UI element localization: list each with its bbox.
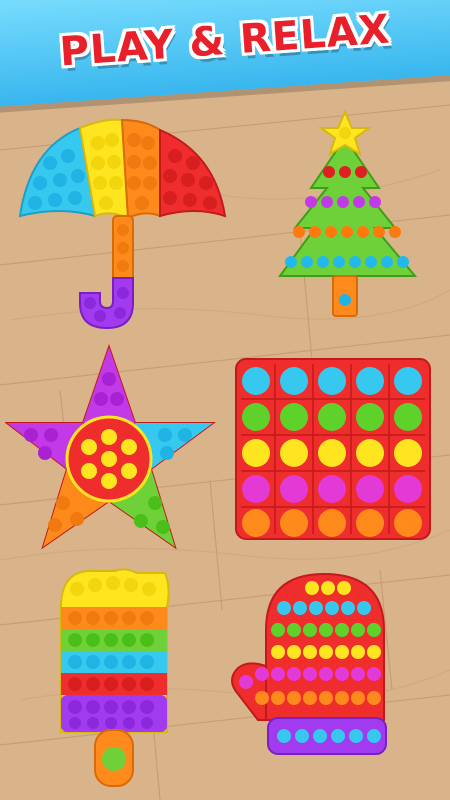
- square-pop-it-icon[interactable]: [233, 356, 433, 542]
- christmas-tree-pop-it-icon[interactable]: [255, 108, 435, 323]
- mitten-pop-it-icon[interactable]: [228, 570, 398, 760]
- star-pop-it-icon[interactable]: [5, 343, 217, 558]
- umbrella-pop-it-icon[interactable]: [10, 112, 235, 332]
- popsicle-pop-it-icon[interactable]: [55, 567, 175, 792]
